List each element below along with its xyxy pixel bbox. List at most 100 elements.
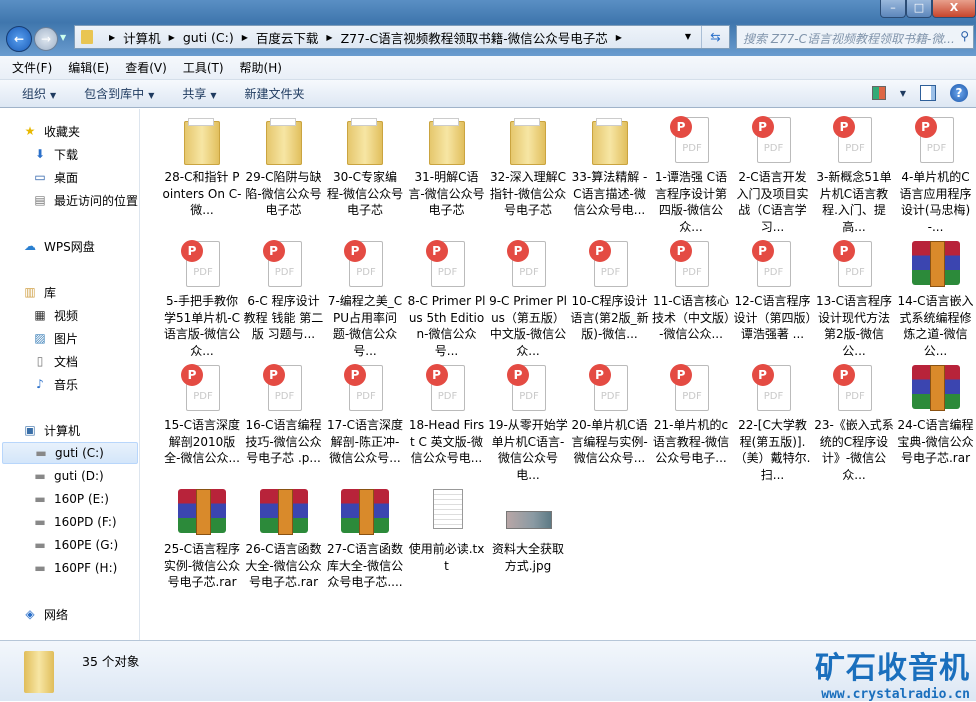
file-name: 12-C语言程序设计（第四版）谭浩强著 ...	[733, 294, 812, 341]
file-item[interactable]: 26-C语言函数大全-微信公众号电子芯.rar	[244, 487, 324, 607]
file-item[interactable]: P PDF 13-C语言程序设计现代方法第2版-微信公...	[814, 239, 894, 359]
file-item[interactable]: 31-明解C语言-微信公众号电子芯	[407, 115, 487, 235]
sidebar-item[interactable]: ▬ 160PF (H:)	[32, 557, 117, 579]
rar-file-icon	[341, 487, 389, 539]
close-button[interactable]: X	[932, 0, 976, 18]
sidebar-item[interactable]: ▦ 视频	[32, 304, 78, 326]
sidebar-item[interactable]: ▯ 文档	[32, 350, 78, 372]
sidebar-item[interactable]: ▤ 最近访问的位置	[32, 189, 138, 211]
file-item[interactable]: P PDF 23-《嵌入式系统的C程序设计》-微信公众...	[814, 363, 894, 483]
file-name: 24-C语言编程宝典-微信公众号电子芯.rar	[897, 418, 974, 465]
file-item[interactable]: P PDF 2-C语言开发入门及项目实战（C语言学习...	[733, 115, 813, 235]
sidebar-item[interactable]: ▥ 库	[22, 281, 56, 303]
file-item[interactable]: 30-C专家编程-微信公众号电子芯	[325, 115, 405, 235]
sidebar-item-label: 下载	[54, 147, 79, 162]
menu-help[interactable]: 帮助(H)	[240, 59, 282, 76]
sidebar-item[interactable]: ▣ 计算机	[22, 419, 80, 441]
menu-tools[interactable]: 工具(T)	[183, 59, 224, 76]
chevron-right-icon[interactable]: ▶	[616, 33, 622, 42]
menu-file[interactable]: 文件(F)	[12, 59, 52, 76]
file-item[interactable]: P PDF 15-C语言深度解剖2010版全-微信公众...	[162, 363, 242, 483]
file-item[interactable]: 24-C语言编程宝典-微信公众号电子芯.rar	[896, 363, 976, 483]
sidebar-item[interactable]: ▭ 桌面	[32, 166, 78, 188]
sidebar-item[interactable]: ⬇ 下载	[32, 143, 78, 165]
share-button[interactable]: 共享 ▼	[182, 85, 216, 102]
back-button[interactable]: ←	[6, 26, 32, 52]
sidebar-item[interactable]: ☁ WPS网盘	[22, 235, 95, 257]
file-item[interactable]: P PDF 12-C语言程序设计（第四版）谭浩强著 ...	[733, 239, 813, 359]
file-item[interactable]: P PDF 10-C程序设计语言(第2版_新版)-微信...	[570, 239, 650, 359]
preview-pane-icon[interactable]	[920, 85, 936, 101]
file-item[interactable]: P PDF 19-从零开始学单片机C语言-微信公众号电...	[488, 363, 568, 483]
file-item[interactable]: 资料大全获取方式.jpg	[488, 487, 568, 607]
forward-button[interactable]: →	[34, 27, 58, 51]
breadcrumb-computer[interactable]: 计算机	[123, 28, 161, 47]
file-item[interactable]: P PDF 18-Head First C 英文版-微信公众号电...	[407, 363, 487, 483]
file-item[interactable]: P PDF 17-C语言深度解剖-陈正冲-微信公众号...	[325, 363, 405, 483]
search-icon[interactable]: ⚲	[960, 29, 969, 43]
sidebar-item[interactable]: ▬ guti (D:)	[32, 465, 103, 487]
file-item[interactable]: P PDF 4-单片机的C语言应用程序设计(马忠梅)-...	[896, 115, 976, 235]
chevron-right-icon[interactable]: ▶	[326, 33, 332, 42]
file-item[interactable]: 32-深入理解C指针-微信公众号电子芯	[488, 115, 568, 235]
file-name: 17-C语言深度解剖-陈正冲-微信公众号...	[327, 418, 403, 465]
chevron-right-icon[interactable]: ▶	[242, 33, 248, 42]
sidebar-item[interactable]: ▬ guti (C:)	[2, 442, 138, 464]
navigation-pane: ★ 收藏夹 ⬇ 下载 ▭ 桌面 ▤ 最近访问的位置 ☁ WPS网盘 ▥ 库 ▦ 视频 ▨ 图片 ▯ 文档 ♪ 音乐 ▣ 计…	[0, 109, 140, 640]
file-item[interactable]: P PDF 1-谭浩强 C语言程序设计第四版-微信公众...	[651, 115, 731, 235]
file-item[interactable]: P PDF 6-C 程序设计教程 钱能 第二版 习题与...	[244, 239, 324, 359]
file-item[interactable]: 27-C语言函数库大全-微信公众号电子芯....	[325, 487, 405, 607]
file-item[interactable]: P PDF 7-编程之美_CPU占用率问题-微信公众号...	[325, 239, 405, 359]
sidebar-item[interactable]: ▬ 160PD (F:)	[32, 511, 116, 533]
menu-view[interactable]: 查看(V)	[125, 59, 167, 76]
file-item[interactable]: 28-C和指针 Pointers On C-微...	[162, 115, 242, 235]
pdf-file-icon: P PDF	[667, 363, 715, 415]
view-dropdown[interactable]: ▼	[900, 89, 906, 98]
refresh-button[interactable]: ⇆	[701, 26, 729, 48]
address-dropdown[interactable]: ▼	[685, 32, 691, 41]
sidebar-item[interactable]: ★ 收藏夹	[22, 120, 80, 142]
file-item[interactable]: 33-算法精解 - C语言描述-微信公众号电...	[570, 115, 650, 235]
chevron-right-icon[interactable]: ▶	[109, 33, 115, 42]
file-item[interactable]: P PDF 16-C语言编程技巧-微信公众号电子芯 .p...	[244, 363, 324, 483]
file-item[interactable]: P PDF 9-C Primer Plus（第五版）中文版-微信公众...	[488, 239, 568, 359]
maximize-button[interactable]: □	[906, 0, 932, 18]
breadcrumb-current[interactable]: Z77-C语言视频教程领取书籍-微信公众号电子芯	[341, 28, 608, 47]
sidebar-item[interactable]: ▨ 图片	[32, 327, 78, 349]
chevron-right-icon[interactable]: ▶	[169, 33, 175, 42]
sidebar-item-label: 160PE (G:)	[54, 538, 119, 552]
file-name: 14-C语言嵌入式系统编程修炼之道-微信公...	[897, 294, 974, 358]
pictures-icon: ▨	[34, 331, 46, 345]
sidebar-item[interactable]: ♪ 音乐	[32, 373, 78, 395]
file-item[interactable]: P PDF 21-单片机的c语言教程-微信公众号电子...	[651, 363, 731, 483]
recent-pages-dropdown[interactable]: ▼	[60, 33, 66, 42]
file-item[interactable]: 29-C陷阱与缺陷-微信公众号电子芯	[244, 115, 324, 235]
sidebar-item[interactable]: ◈ 网络	[22, 603, 68, 625]
pdf-file-icon: P PDF	[423, 239, 471, 291]
file-item[interactable]: P PDF 22-[C大学教程(第五版)].（美）戴特尔.扫...	[733, 363, 813, 483]
file-item[interactable]: 25-C语言程序实例-微信公众号电子芯.rar	[162, 487, 242, 607]
file-item[interactable]: 使用前必读.txt	[407, 487, 487, 607]
file-item[interactable]: 14-C语言嵌入式系统编程修炼之道-微信公...	[896, 239, 976, 359]
command-bar: 组织 ▼ 包含到库中 ▼ 共享 ▼ 新建文件夹 ▼ ?	[0, 80, 976, 108]
change-view-icon[interactable]	[871, 86, 886, 100]
file-item[interactable]: P PDF 3-新概念51单片机C语言教程.入门、提高...	[814, 115, 894, 235]
file-item[interactable]: P PDF 5-手把手教你学51单片机-C语言版-微信公众...	[162, 239, 242, 359]
minimize-button[interactable]: –	[880, 0, 906, 18]
file-item[interactable]: P PDF 20-单片机C语言编程与实例-微信公众号...	[570, 363, 650, 483]
menu-edit[interactable]: 编辑(E)	[68, 59, 109, 76]
search-input[interactable]: 搜索 Z77-C语言视频教程领取书籍-微... ⚲	[736, 25, 974, 49]
pdf-file-icon: P PDF	[423, 363, 471, 415]
sidebar-item[interactable]: ▬ 160PE (G:)	[32, 534, 118, 556]
sidebar-item[interactable]: ▬ 160P (E:)	[32, 488, 109, 510]
address-bar[interactable]: ▶ 计算机 ▶ guti (C:) ▶ 百度云下载 ▶ Z77-C语言视频教程领…	[74, 25, 730, 49]
include-in-library-button[interactable]: 包含到库中 ▼	[84, 85, 154, 102]
new-folder-button[interactable]: 新建文件夹	[245, 85, 305, 102]
breadcrumb-drive[interactable]: guti (C:)	[183, 30, 234, 45]
file-item[interactable]: P PDF 11-C语言核心技术（中文版）-微信公众...	[651, 239, 731, 359]
breadcrumb-baidu[interactable]: 百度云下载	[256, 28, 319, 47]
file-item[interactable]: P PDF 8-C Primer Plus 5th Edition-微信公众号...	[407, 239, 487, 359]
organize-button[interactable]: 组织 ▼	[22, 85, 56, 102]
help-icon[interactable]: ?	[950, 84, 968, 102]
pdf-file-icon: P PDF	[667, 239, 715, 291]
